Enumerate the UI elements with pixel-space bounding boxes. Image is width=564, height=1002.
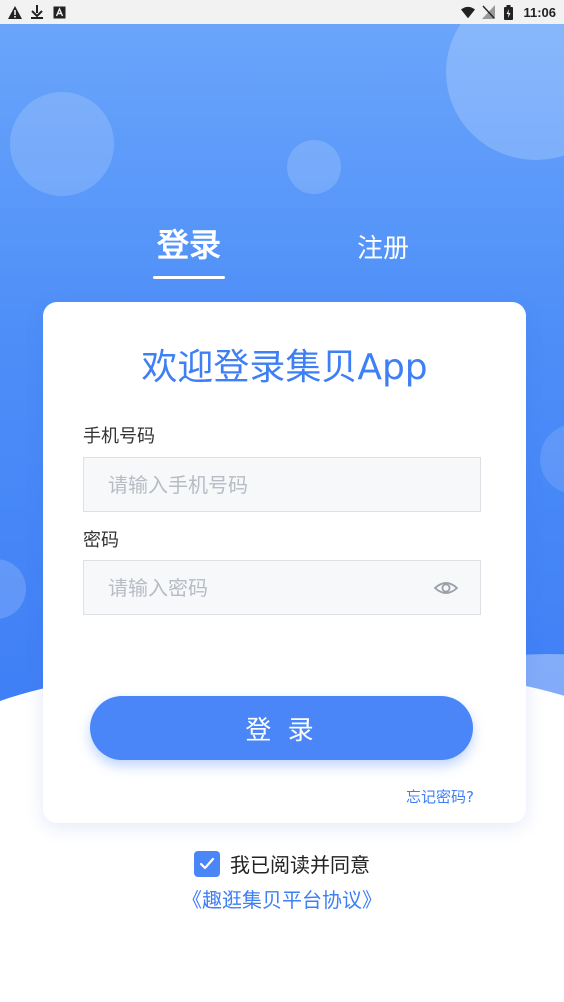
no-sim-icon	[481, 5, 495, 19]
checkmark-icon	[199, 857, 215, 869]
forgot-password-link[interactable]: 忘记密码?	[406, 786, 474, 807]
decor-bubble	[10, 92, 114, 196]
eye-icon[interactable]	[433, 577, 459, 599]
phone-field-box	[83, 457, 481, 512]
login-button[interactable]: 登 录	[90, 696, 473, 760]
password-field-box	[83, 560, 481, 615]
a-box-icon	[52, 5, 66, 19]
agreement-row: 我已阅读并同意	[0, 849, 564, 878]
decor-bubble	[0, 559, 26, 619]
protocol-link[interactable]: 《趣逛集贝平台协议》	[0, 884, 564, 913]
status-left-icons	[8, 5, 66, 19]
download-icon	[30, 5, 44, 19]
decor-bubble	[446, 24, 564, 160]
status-time: 11:06	[523, 4, 556, 20]
welcome-title: 欢迎登录集贝App	[141, 347, 428, 388]
agree-text: 我已阅读并同意	[230, 853, 370, 877]
tab-active-indicator	[153, 276, 225, 279]
tab-login[interactable]: 登录	[153, 220, 225, 266]
login-card: 欢迎登录集贝App 手机号码 密码 登 录 忘记密码?	[43, 302, 526, 823]
tab-register[interactable]: 注册	[352, 228, 414, 265]
phone-input[interactable]	[84, 458, 480, 511]
password-input[interactable]	[84, 561, 480, 614]
phone-label: 手机号码	[83, 426, 155, 447]
decor-bubble	[540, 424, 564, 494]
battery-charging-icon	[501, 4, 515, 20]
agree-checkbox[interactable]	[194, 850, 220, 877]
wifi-icon	[461, 5, 476, 19]
status-right-icons: 11:06	[461, 4, 556, 20]
password-label: 密码	[83, 530, 119, 551]
warning-icon	[8, 5, 22, 19]
status-bar: 11:06	[0, 0, 564, 24]
decor-bubble	[287, 140, 341, 194]
